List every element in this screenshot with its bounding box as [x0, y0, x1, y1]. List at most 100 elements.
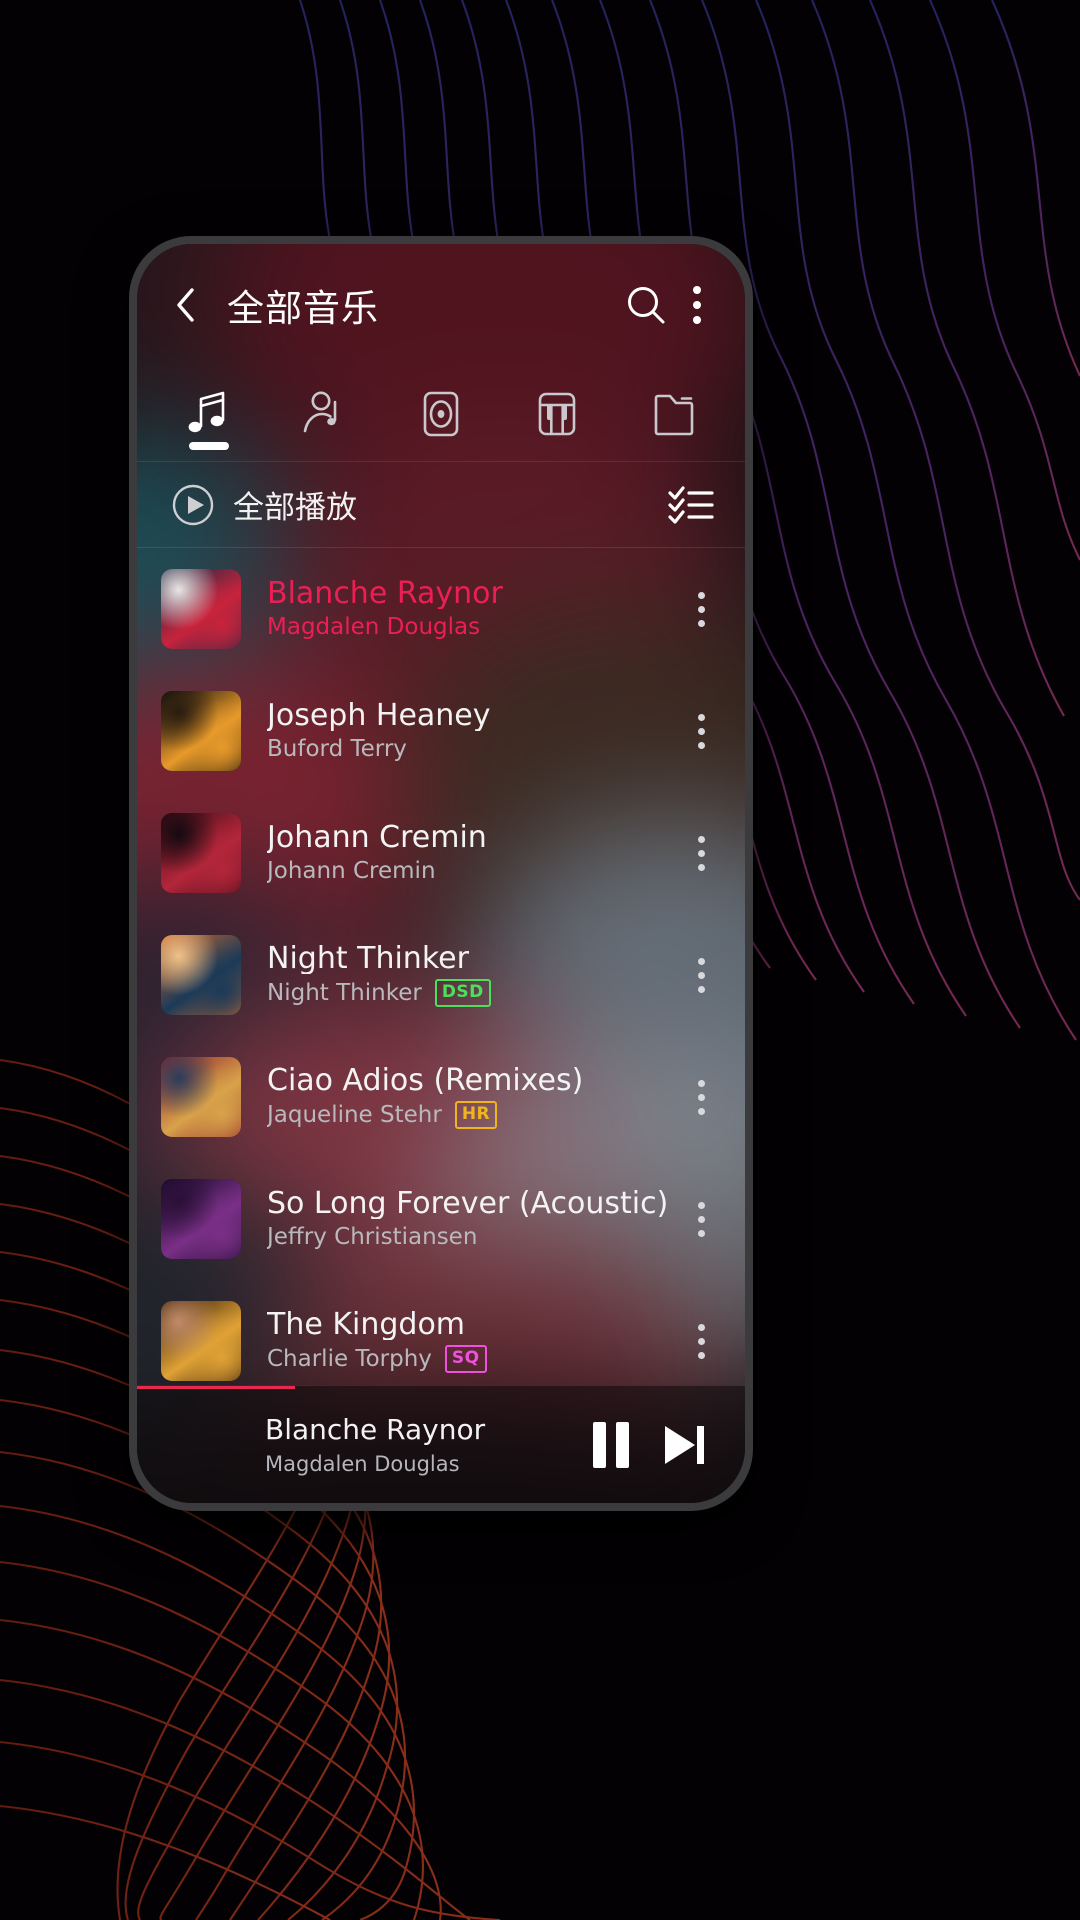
song-meta: The Kingdom Charlie Torphy SQ — [267, 1309, 684, 1374]
phone-screen: 全部音乐 全部播放 Blanche Raynor Magdalen Dougla… — [137, 244, 745, 1503]
album-art-image — [161, 1301, 241, 1381]
song-title: Ciao Adios (Remixes) — [267, 1064, 584, 1097]
song-meta: So Long Forever (Acoustic) Jeffry Christi… — [267, 1188, 684, 1251]
now-playing-artwork[interactable] — [163, 1406, 241, 1484]
more-vertical-icon — [698, 1323, 705, 1331]
song-artist: Magdalen Douglas — [267, 614, 481, 641]
tab-artists[interactable] — [281, 366, 369, 462]
song-title: Johann Cremin — [267, 821, 487, 854]
page-title: 全部音乐 — [227, 287, 379, 330]
song-overflow-button[interactable] — [684, 1314, 719, 1369]
tab-genres[interactable] — [513, 366, 601, 462]
more-vertical-icon — [698, 713, 705, 721]
song-artist: Charlie Torphy — [267, 1346, 432, 1373]
song-artwork[interactable] — [161, 1057, 241, 1137]
quality-badge-dsd: DSD — [434, 979, 491, 1008]
song-meta: Blanche Raynor Magdalen Douglas — [267, 578, 684, 641]
album-art-image — [161, 1057, 241, 1137]
song-artist: Jeffry Christiansen — [267, 1224, 478, 1251]
piano-keys-icon — [538, 392, 576, 435]
phone-device-frame: 全部音乐 全部播放 Blanche Raynor Magdalen Dougla… — [129, 236, 753, 1511]
song-subline: Jaqueline Stehr HR — [267, 1101, 684, 1130]
back-button[interactable] — [173, 285, 199, 325]
song-row[interactable]: Joseph Heaney Buford Terry — [137, 670, 745, 792]
album-art-image — [161, 935, 241, 1015]
song-artwork[interactable] — [161, 813, 241, 893]
now-playing-artist: Magdalen Douglas — [265, 1452, 460, 1476]
song-row[interactable]: Blanche Raynor Magdalen Douglas — [137, 548, 745, 670]
more-vertical-icon — [698, 591, 705, 599]
tab-songs[interactable] — [165, 366, 253, 462]
song-overflow-button[interactable] — [684, 826, 719, 881]
song-title: The Kingdom — [267, 1308, 466, 1341]
more-vertical-icon — [698, 1079, 705, 1087]
song-subline: Charlie Torphy SQ — [267, 1345, 684, 1374]
song-overflow-button[interactable] — [684, 582, 719, 637]
song-title: So Long Forever (Acoustic) — [267, 1187, 669, 1220]
mini-player[interactable]: Blanche Raynor Magdalen Douglas — [137, 1385, 745, 1503]
album-art-image — [161, 1179, 241, 1259]
song-artwork[interactable] — [161, 691, 241, 771]
search-button[interactable] — [623, 282, 669, 328]
song-list[interactable]: Blanche Raynor Magdalen Douglas Joseph Hea… — [137, 548, 745, 1385]
more-vertical-icon — [698, 957, 705, 965]
song-artwork[interactable] — [161, 1179, 241, 1259]
song-title: Night Thinker — [267, 942, 469, 975]
song-artwork[interactable] — [161, 935, 241, 1015]
song-row[interactable]: Night Thinker Night Thinker DSD — [137, 914, 745, 1036]
checklist-icon[interactable] — [667, 483, 715, 527]
folder-icon — [654, 394, 694, 435]
song-artist: Jaqueline Stehr — [267, 1102, 442, 1129]
song-artist: Buford Terry — [267, 736, 407, 763]
song-subline: Magdalen Douglas — [267, 614, 684, 640]
song-row[interactable]: So Long Forever (Acoustic) Jeffry Christi… — [137, 1158, 745, 1280]
song-subline: Night Thinker DSD — [267, 979, 684, 1008]
album-art-image — [161, 813, 241, 893]
song-row[interactable]: The Kingdom Charlie Torphy SQ — [137, 1280, 745, 1385]
song-title: Blanche Raynor — [267, 577, 503, 610]
tab-bar — [137, 366, 745, 462]
song-row[interactable]: Johann Cremin Johann Cremin — [137, 792, 745, 914]
search-icon — [628, 287, 665, 324]
song-overflow-button[interactable] — [684, 948, 719, 1003]
pause-button[interactable] — [593, 1421, 629, 1468]
more-vertical-icon — [698, 1201, 705, 1209]
skip-next-icon — [665, 1425, 695, 1464]
tab-folders[interactable] — [629, 366, 717, 462]
song-subline: Buford Terry — [267, 736, 684, 762]
quality-badge-hr: HR — [454, 1101, 498, 1130]
song-overflow-button[interactable] — [684, 1192, 719, 1247]
album-art-image — [161, 569, 241, 649]
skip-next-button[interactable] — [657, 1420, 709, 1470]
song-artwork[interactable] — [161, 569, 241, 649]
app-bar: 全部音乐 — [137, 244, 745, 366]
quality-badge-sq: SQ — [444, 1345, 487, 1374]
artist-icon — [303, 391, 337, 432]
song-artist: Johann Cremin — [267, 858, 436, 885]
now-playing-title: Blanche Raynor — [265, 1413, 486, 1446]
song-artwork[interactable] — [161, 1301, 241, 1381]
active-tab-indicator — [189, 441, 229, 450]
song-meta: Night Thinker Night Thinker DSD — [267, 943, 684, 1008]
song-subline: Jeffry Christiansen — [267, 1224, 684, 1250]
music-note-icon — [188, 391, 225, 432]
album-disc-icon — [423, 391, 459, 436]
song-overflow-button[interactable] — [684, 704, 719, 759]
tab-albums[interactable] — [397, 366, 485, 462]
song-meta: Joseph Heaney Buford Terry — [267, 700, 684, 763]
more-vertical-icon — [693, 286, 701, 294]
play-all-row[interactable]: 全部播放 — [137, 462, 745, 548]
play-all-label: 全部播放 — [233, 490, 357, 526]
song-row[interactable]: Ciao Adios (Remixes) Jaqueline Stehr HR — [137, 1036, 745, 1158]
song-meta: Ciao Adios (Remixes) Jaqueline Stehr HR — [267, 1065, 684, 1130]
playback-progress-bar[interactable] — [137, 1386, 296, 1389]
overflow-menu-button[interactable] — [683, 282, 711, 328]
play-circle-icon — [172, 484, 214, 525]
song-subline: Johann Cremin — [267, 858, 684, 884]
song-meta: Johann Cremin Johann Cremin — [267, 822, 684, 885]
song-title: Joseph Heaney — [267, 699, 491, 732]
chevron-left-icon — [177, 288, 194, 322]
pause-icon — [593, 1421, 606, 1468]
song-artist: Night Thinker — [267, 980, 422, 1007]
song-overflow-button[interactable] — [684, 1070, 719, 1125]
